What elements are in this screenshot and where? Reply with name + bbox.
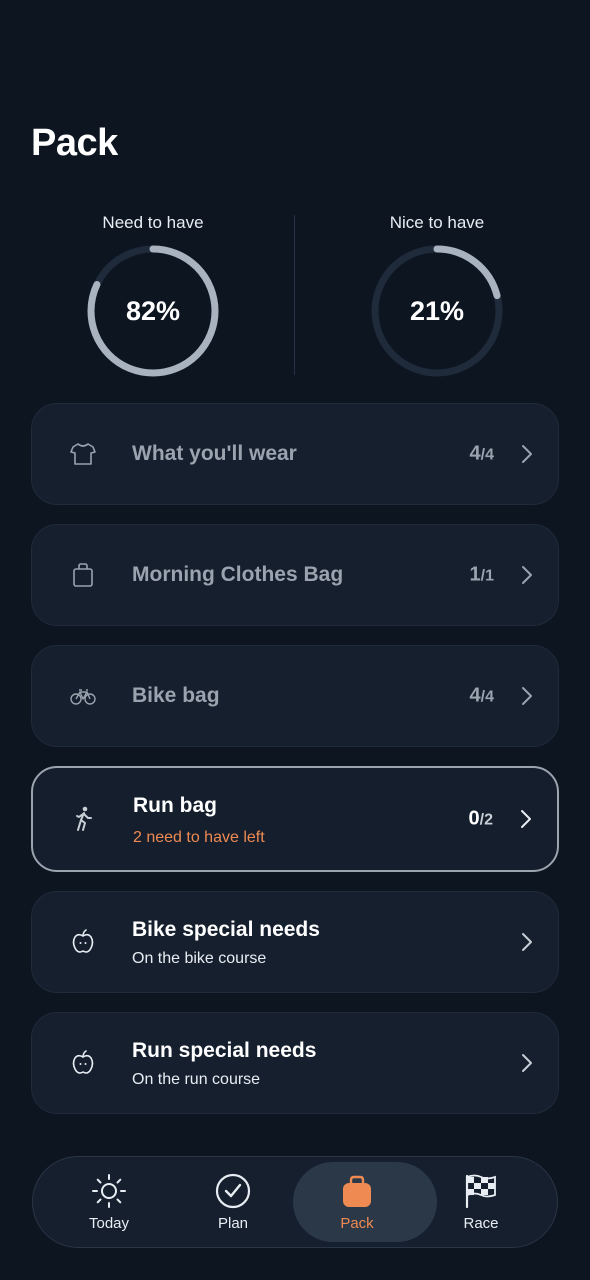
chevron-right-icon: [522, 687, 532, 705]
nice-to-have-label: Nice to have: [389, 213, 485, 232]
category-morning-clothes-bag[interactable]: Morning Clothes Bag 1/1: [31, 524, 559, 626]
bag-icon: [343, 1175, 371, 1207]
category-name: Morning Clothes Bag: [132, 563, 344, 586]
chevron-right-icon: [522, 1054, 532, 1072]
category-name: Bike special needs: [132, 918, 320, 941]
page-title: Pack: [31, 122, 118, 164]
category-what-youll-wear[interactable]: What you'll wear 4/4: [31, 403, 559, 505]
bag-icon: [73, 563, 93, 587]
nice-to-have-percent: 21%: [409, 296, 465, 326]
chevron-right-icon: [522, 566, 532, 584]
nav-today[interactable]: Today: [49, 1157, 169, 1247]
category-run-special-needs[interactable]: Run special needs On the run course: [31, 1012, 559, 1114]
nav-label: Race: [463, 1215, 499, 1232]
nav-label: Plan: [217, 1215, 249, 1232]
chevron-right-icon: [521, 810, 531, 828]
nav-label: Pack: [340, 1215, 374, 1232]
category-name: Bike bag: [132, 684, 220, 707]
sun-icon: [92, 1174, 126, 1208]
category-subtitle: On the bike course: [132, 950, 267, 967]
category-subtitle: On the run course: [132, 1071, 261, 1088]
nav-plan[interactable]: Plan: [173, 1157, 293, 1247]
category-name: Run special needs: [132, 1039, 317, 1062]
progress-summary: Need to have 82% Nice to have 21%: [0, 205, 590, 390]
chevron-right-icon: [522, 445, 532, 463]
category-count: 1/1: [469, 563, 494, 586]
category-count: 0/2: [468, 807, 493, 830]
need-to-have-percent: 82%: [125, 296, 181, 326]
check-circle-icon: [215, 1173, 251, 1209]
category-bike-special-needs[interactable]: Bike special needs On the bike course: [31, 891, 559, 993]
nav-pack[interactable]: Pack: [293, 1157, 437, 1247]
nice-to-have-progress: Nice to have 21%: [337, 205, 537, 390]
chevron-right-icon: [522, 933, 532, 951]
category-count: 4/4: [469, 684, 494, 707]
nav-label: Today: [88, 1215, 130, 1232]
bottom-nav: Today Plan Pack Race: [32, 1156, 558, 1248]
bicycle-icon: [70, 689, 96, 705]
runner-icon: [76, 806, 92, 831]
progress-divider: [294, 215, 295, 375]
nav-race[interactable]: Race: [421, 1157, 541, 1247]
apple-icon: [72, 929, 94, 953]
need-to-have-progress: Need to have 82%: [53, 205, 253, 390]
category-name: Run bag: [133, 794, 217, 817]
need-to-have-label: Need to have: [102, 213, 204, 232]
category-bike-bag[interactable]: Bike bag 4/4: [31, 645, 559, 747]
checkered-flag-icon: [465, 1174, 496, 1209]
category-run-bag[interactable]: Run bag 2 need to have left 0/2: [31, 766, 559, 872]
category-name: What you'll wear: [132, 442, 297, 465]
category-remaining: 2 need to have left: [133, 829, 265, 846]
apple-icon: [72, 1050, 94, 1074]
tshirt-icon: [70, 443, 96, 465]
category-count: 4/4: [469, 442, 494, 465]
